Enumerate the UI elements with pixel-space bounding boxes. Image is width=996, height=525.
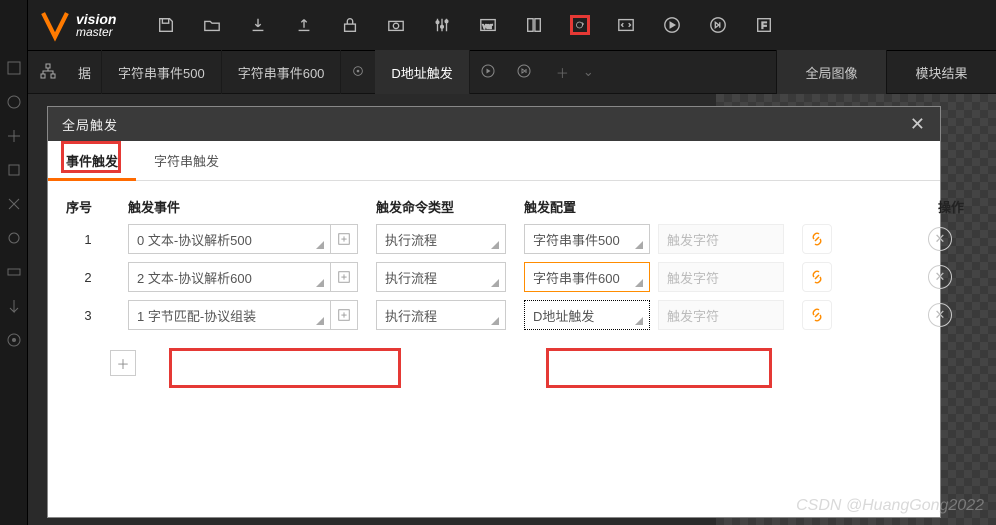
col-event: 触发事件: [128, 197, 358, 216]
rail-icon-9[interactable]: [6, 332, 22, 348]
global-trigger-dialog: 全局触发 ✕ 事件触发 字符串触发 序号 触发事件 触发命令类型 触发配置 操作…: [48, 107, 940, 517]
dialog-titlebar: 全局触发 ✕: [48, 107, 940, 141]
flow-tabs: 据 字符串事件500 字符串事件600 D地址触发 ＋ ⌄ 全局图像 模块结果: [28, 50, 996, 94]
rail-icon-7[interactable]: [6, 264, 22, 280]
col-seq: 序号: [66, 197, 110, 216]
camera-icon[interactable]: [386, 15, 406, 35]
logo-line2: master: [76, 25, 113, 39]
rail-icon-1[interactable]: [6, 60, 22, 76]
import-icon[interactable]: [248, 15, 268, 35]
event-select[interactable]: 2 文本-协议解析600: [128, 262, 330, 292]
tab-string-600[interactable]: 字符串事件600: [222, 50, 342, 94]
col-op: 操作: [910, 197, 970, 216]
layout-icon[interactable]: [524, 15, 544, 35]
link-icon[interactable]: [802, 300, 832, 330]
event-browse-icon[interactable]: [330, 262, 358, 292]
cmd-select[interactable]: 执行流程: [376, 262, 506, 292]
cmd-select[interactable]: 执行流程: [376, 224, 506, 254]
event-browse-icon[interactable]: [330, 224, 358, 254]
app-logo: visionmaster: [28, 8, 126, 42]
chars-input[interactable]: 触发字符: [658, 300, 784, 330]
tab-dropdown-icon[interactable]: ⌄: [583, 64, 604, 80]
global-trigger-icon[interactable]: [570, 15, 590, 35]
cmd-select[interactable]: 执行流程: [376, 300, 506, 330]
cfg-select[interactable]: D地址触发: [524, 300, 650, 330]
rail-icon-8[interactable]: [6, 298, 22, 314]
delete-icon[interactable]: ✕: [928, 227, 952, 251]
tab-gear-icon[interactable]: [341, 64, 375, 81]
delete-icon[interactable]: ✕: [928, 303, 952, 327]
col-cfg: 触发配置: [524, 197, 784, 216]
f-panel-icon[interactable]: F: [754, 15, 774, 35]
sliders-icon[interactable]: [432, 15, 452, 35]
trigger-grid: 序号 触发事件 触发命令类型 触发配置 操作 1 0 文本-协议解析500 执行…: [48, 181, 940, 346]
flow-tree-icon[interactable]: [40, 63, 56, 82]
rail-icon-4[interactable]: [6, 162, 22, 178]
var-icon[interactable]: var: [478, 15, 498, 35]
rail-icon-5[interactable]: [6, 196, 22, 212]
svg-text:var: var: [483, 22, 494, 31]
link-icon[interactable]: [802, 262, 832, 292]
tab-play-icon[interactable]: [470, 63, 506, 82]
code-icon[interactable]: [616, 15, 636, 35]
save-icon[interactable]: [156, 15, 176, 35]
left-toolbar: [0, 0, 28, 525]
row-seq: 3: [66, 308, 110, 323]
add-row-button[interactable]: ＋: [110, 350, 136, 376]
lock-icon[interactable]: [340, 15, 360, 35]
tab-d-address[interactable]: D地址触发: [375, 50, 469, 94]
row-seq: 1: [66, 232, 110, 247]
tab-ju[interactable]: 据: [68, 50, 102, 94]
chars-input[interactable]: 触发字符: [658, 262, 784, 292]
delete-icon[interactable]: ✕: [928, 265, 952, 289]
play-icon[interactable]: [662, 15, 682, 35]
event-select[interactable]: 0 文本-协议解析500: [128, 224, 330, 254]
export-icon[interactable]: [294, 15, 314, 35]
close-icon[interactable]: ✕: [910, 114, 926, 135]
event-browse-icon[interactable]: [330, 300, 358, 330]
chars-input[interactable]: 触发字符: [658, 224, 784, 254]
row-seq: 2: [66, 270, 110, 285]
rail-icon-6[interactable]: [6, 230, 22, 246]
open-icon[interactable]: [202, 15, 222, 35]
link-icon[interactable]: [802, 224, 832, 254]
loop-play-icon[interactable]: [708, 15, 728, 35]
event-select[interactable]: 1 字节匹配-协议组装: [128, 300, 330, 330]
tab-string-trigger[interactable]: 字符串触发: [136, 141, 237, 180]
right-tab-module-result[interactable]: 模块结果: [886, 50, 996, 94]
rail-icon-2[interactable]: [6, 94, 22, 110]
tab-loop-icon[interactable]: [506, 63, 542, 82]
tab-event-trigger[interactable]: 事件触发: [48, 141, 136, 180]
col-cmd: 触发命令类型: [376, 197, 506, 216]
top-toolbar: visionmaster var F: [28, 0, 996, 50]
tab-string-500[interactable]: 字符串事件500: [102, 50, 222, 94]
rail-icon-3[interactable]: [6, 128, 22, 144]
cfg-select[interactable]: 字符串事件600: [524, 262, 650, 292]
dialog-title: 全局触发: [62, 115, 118, 134]
svg-text:F: F: [762, 21, 768, 31]
right-tab-global-image[interactable]: 全局图像: [776, 50, 886, 94]
cfg-select[interactable]: 字符串事件500: [524, 224, 650, 254]
tab-add-icon[interactable]: ＋: [542, 63, 583, 82]
